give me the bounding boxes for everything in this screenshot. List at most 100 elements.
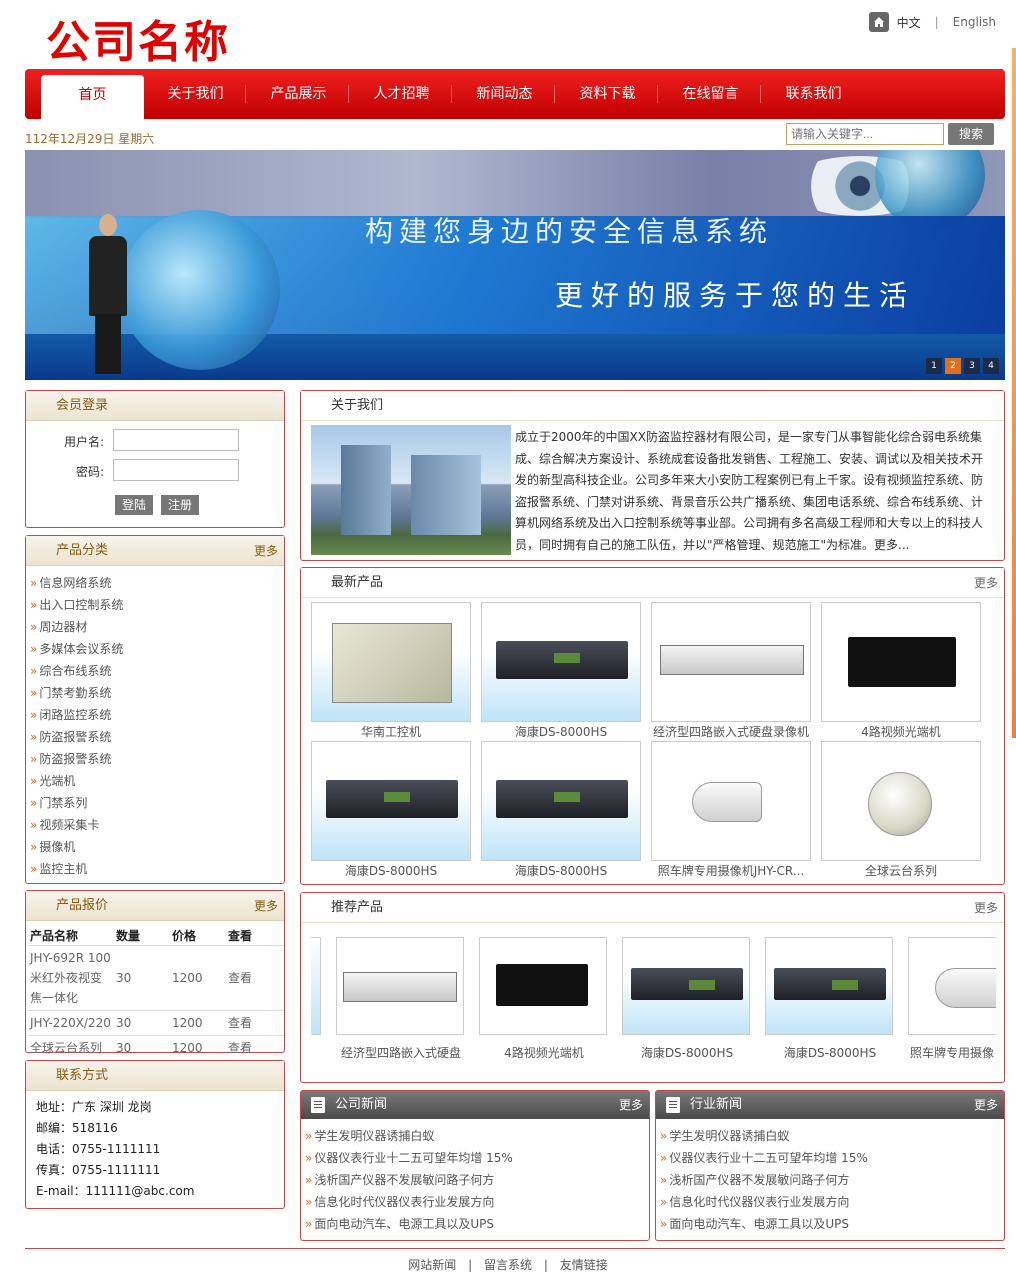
register-button[interactable]: 注册 [161, 495, 199, 515]
product-card[interactable]: 经济型四路嵌入式硬盘录像机 [651, 602, 811, 742]
product-name[interactable]: 海康DS-8000HS [622, 1043, 752, 1063]
product-card[interactable]: 经济型四路嵌入式硬盘 [336, 937, 466, 1063]
news-item[interactable]: 学生发明仪器诱捕白蚁 [660, 1125, 868, 1147]
product-card[interactable]: 海康DS-8000HS [765, 937, 895, 1063]
latest-more-link[interactable]: 更多 [974, 568, 998, 598]
category-item[interactable]: 周边器材 [30, 616, 123, 638]
price-view-link[interactable]: 查看 [226, 945, 284, 1011]
footer-link-guestbook[interactable]: 留言系统 [484, 1258, 532, 1272]
category-item[interactable]: 摄像机 [30, 836, 123, 858]
nav-home[interactable]: 首页 [41, 75, 144, 119]
product-image[interactable] [908, 937, 996, 1035]
category-item[interactable]: 视频采集卡 [30, 814, 123, 836]
category-item[interactable]: 门禁考勤系统 [30, 682, 123, 704]
banner-page-3[interactable]: 3 [964, 358, 980, 374]
price-cell-name[interactable]: 全球云台系列 [28, 1035, 114, 1061]
product-name[interactable]: 海康DS-8000HS [765, 1043, 895, 1063]
product-image[interactable] [479, 937, 607, 1035]
contact-email[interactable]: E-mail：111111@abc.com [36, 1181, 194, 1202]
product-name[interactable]: 照车牌专用摄像 [908, 1043, 996, 1063]
product-name[interactable]: 4路视频光端机 [479, 1043, 609, 1063]
category-item[interactable]: 防盗报警系统 [30, 726, 123, 748]
product-name[interactable]: 经济型四路嵌入式硬盘录像机 [651, 722, 811, 742]
product-image[interactable] [311, 741, 471, 861]
price-view-link[interactable]: 查看 [226, 1010, 284, 1036]
banner-page-4[interactable]: 4 [983, 358, 999, 374]
price-cell-name[interactable]: JHY-220X/220 [28, 1010, 114, 1036]
product-name[interactable]: 照车牌专用摄像机JHY-CR... [651, 861, 811, 881]
product-card[interactable]: 4路视频光端机 [821, 602, 981, 742]
search-button[interactable]: 搜索 [948, 123, 994, 145]
username-input[interactable] [113, 429, 239, 451]
category-item[interactable]: 综合布线系统 [30, 660, 123, 682]
product-image[interactable] [311, 602, 471, 722]
category-more-link[interactable]: 更多 [254, 536, 278, 566]
category-item[interactable]: 信息网络系统 [30, 572, 123, 594]
nav-downloads[interactable]: 资料下载 [556, 69, 659, 119]
news-item[interactable]: 面向电动汽车、电源工具以及UPS [305, 1213, 513, 1235]
recommended-more-link[interactable]: 更多 [974, 893, 998, 923]
product-image[interactable] [622, 937, 750, 1035]
news-item[interactable]: 面向电动汽车、电源工具以及UPS [660, 1213, 868, 1235]
product-image[interactable] [651, 602, 811, 722]
product-image[interactable] [821, 741, 981, 861]
product-card[interactable]: 海康DS-8000HS [311, 741, 471, 881]
search-input[interactable] [786, 123, 944, 145]
category-item[interactable]: 监控主机 [30, 858, 123, 880]
category-item[interactable]: 闭路监控系统 [30, 704, 123, 726]
news-item[interactable]: 浅析国产仪器不发展敏问路子何方 [305, 1169, 513, 1191]
product-name[interactable]: 4路视频光端机 [821, 722, 981, 742]
site-logo[interactable]: 公司名称 [46, 6, 230, 70]
nav-products[interactable]: 产品展示 [247, 69, 350, 119]
category-item[interactable]: 光端机 [30, 770, 123, 792]
news-item[interactable]: 仪器仪表行业十二五可望年均增 15% [660, 1147, 868, 1169]
price-more-link[interactable]: 更多 [254, 891, 278, 921]
product-card[interactable]: 海康DS-8000HS [481, 741, 641, 881]
price-cell-name[interactable]: JHY-692R 100米红外夜视变焦一体化 [28, 945, 114, 1011]
nav-recruitment[interactable]: 人才招聘 [350, 69, 453, 119]
product-name[interactable]: 海康DS-8000HS [481, 722, 641, 742]
company-news-more-link[interactable]: 更多 [619, 1091, 643, 1119]
news-item[interactable]: 浅析国产仪器不发展敏问路子何方 [660, 1169, 868, 1191]
product-card[interactable]: 海康DS-8000HS [622, 937, 752, 1063]
home-icon[interactable] [868, 12, 889, 32]
news-item[interactable]: 学生发明仪器诱捕白蚁 [305, 1125, 513, 1147]
product-card-partial[interactable] [311, 937, 321, 1035]
industry-news-more-link[interactable]: 更多 [974, 1091, 998, 1119]
news-item[interactable]: 仪器仪表行业十二五可望年均增 15% [305, 1147, 513, 1169]
nav-guestbook[interactable]: 在线留言 [659, 69, 762, 119]
news-item[interactable]: 信息化时代仪器仪表行业发展方向 [660, 1191, 868, 1213]
product-image[interactable] [765, 937, 893, 1035]
banner-page-2[interactable]: 2 [945, 358, 961, 374]
product-name[interactable]: 海康DS-8000HS [311, 861, 471, 881]
footer-link-friends[interactable]: 友情链接 [560, 1258, 608, 1272]
lang-chinese-link[interactable]: 中文 [897, 14, 921, 31]
banner-page-1[interactable]: 1 [926, 358, 942, 374]
news-item[interactable]: 信息化时代仪器仪表行业发展方向 [305, 1191, 513, 1213]
product-card[interactable]: 华南工控机 [311, 602, 471, 742]
product-card[interactable]: 4路视频光端机 [479, 937, 609, 1063]
product-name[interactable]: 经济型四路嵌入式硬盘 [336, 1043, 466, 1063]
lang-english-link[interactable]: English [953, 15, 996, 29]
category-item[interactable]: 多媒体会议系统 [30, 638, 123, 660]
product-image[interactable] [651, 741, 811, 861]
product-name[interactable]: 海康DS-8000HS [481, 861, 641, 881]
nav-contact[interactable]: 联系我们 [762, 69, 865, 119]
product-card[interactable]: 照车牌专用摄像 [908, 937, 996, 1063]
product-card[interactable]: 全球云台系列 [821, 741, 981, 881]
product-image[interactable] [481, 741, 641, 861]
nav-news[interactable]: 新闻动态 [453, 69, 556, 119]
price-view-link[interactable]: 查看 [226, 1035, 284, 1061]
footer-link-news[interactable]: 网站新闻 [408, 1258, 456, 1272]
product-card[interactable]: 照车牌专用摄像机JHY-CR... [651, 741, 811, 881]
banner-slideshow[interactable]: 构建您身边的安全信息系统 更好的服务于您的生活 1 2 3 4 [25, 150, 1005, 380]
product-name[interactable]: 全球云台系列 [821, 861, 981, 881]
product-image[interactable] [821, 602, 981, 722]
category-item[interactable]: 门禁系列 [30, 792, 123, 814]
product-name[interactable]: 华南工控机 [311, 722, 471, 742]
category-item[interactable]: 防盗报警系统 [30, 748, 123, 770]
product-image[interactable] [336, 937, 464, 1035]
category-item[interactable]: 出入口控制系统 [30, 594, 123, 616]
password-input[interactable] [113, 459, 239, 481]
product-image[interactable] [481, 602, 641, 722]
